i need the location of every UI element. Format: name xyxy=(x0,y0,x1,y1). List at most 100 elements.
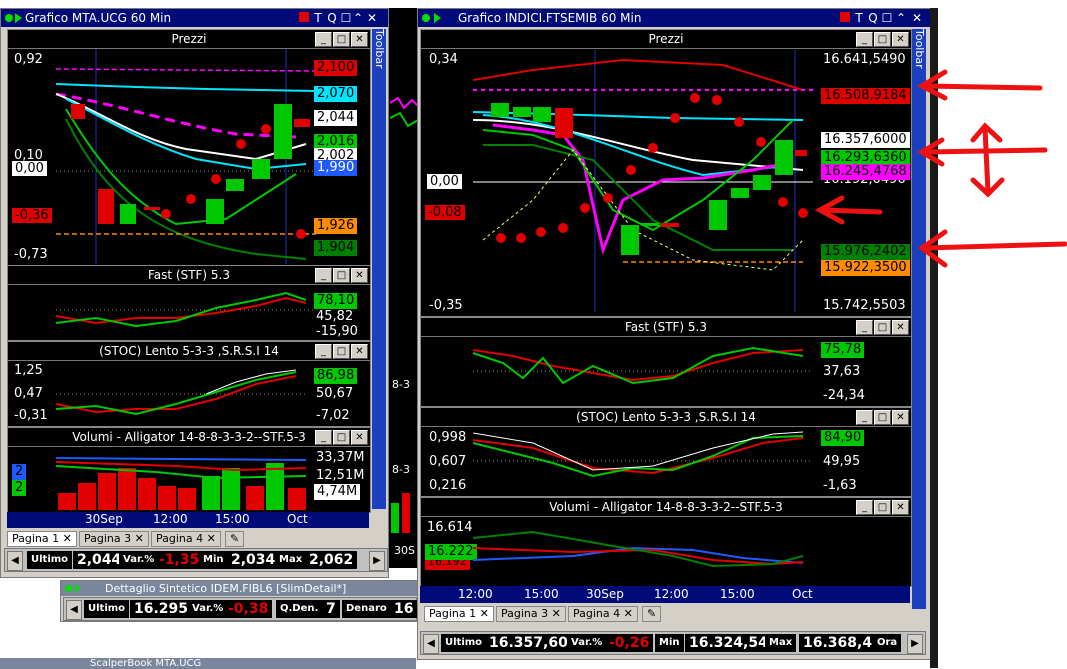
pane-close-button[interactable]: ✕ xyxy=(351,344,368,359)
fast-mid-tick: 37,63 xyxy=(823,364,861,379)
window-status-dot-icon xyxy=(5,14,13,22)
scroll-left-button[interactable]: ◀ xyxy=(423,634,439,654)
window-play-icon xyxy=(15,13,22,23)
pane-close-button[interactable]: ✕ xyxy=(351,430,368,445)
stoc-right-tick: -1,63 xyxy=(823,478,857,493)
pane-minimize-button[interactable]: _ xyxy=(315,344,332,359)
ultimo-value: 2,044 xyxy=(73,551,126,569)
stoc-value-tag: 84,90 xyxy=(821,430,865,446)
tab-pagina-1[interactable]: Pagina 1 ✕ xyxy=(7,531,77,547)
scroll-left-button[interactable]: ◀ xyxy=(7,551,23,571)
tab-pagina-1[interactable]: Pagina 1 ✕ xyxy=(424,606,494,622)
fast-pane-header: Fast (STF) 5.3 _ □ ✕ xyxy=(421,318,911,337)
x-tick: 12:00 xyxy=(153,512,188,526)
tab-pagina-3[interactable]: Pagina 3 ✕ xyxy=(496,606,566,622)
pane-close-button[interactable]: ✕ xyxy=(892,410,909,425)
pane-minimize-button[interactable]: _ xyxy=(315,430,332,445)
tab-pagina-4[interactable]: Pagina 4 ✕ xyxy=(151,531,221,547)
pane-maximize-button[interactable]: □ xyxy=(874,500,891,515)
fast-mid-tick: 45,82 xyxy=(316,309,354,324)
pane-maximize-button[interactable]: □ xyxy=(333,430,350,445)
detail-denaro-value: 16 xyxy=(390,600,418,618)
volume-right-tick: 12,51M xyxy=(316,468,365,483)
price-value-tag: 2,044 xyxy=(314,110,358,126)
fast-value-tag: 75,78 xyxy=(821,342,865,358)
text-tool-button[interactable]: T xyxy=(311,11,325,25)
pane-close-button[interactable]: ✕ xyxy=(351,32,368,47)
pane-minimize-button[interactable]: _ xyxy=(315,268,332,283)
minimize-icon[interactable]: ⌃ xyxy=(351,11,365,25)
right-window-title: Grafico INDICI.FTSEMIB 60 Min xyxy=(458,11,642,25)
pane-minimize-button[interactable]: _ xyxy=(856,410,873,425)
scroll-right-button[interactable]: ▶ xyxy=(369,551,385,571)
toolbar-sidebar[interactable]: Toolbar xyxy=(912,29,926,609)
price-pane: Prezzi _ □ ✕ 0,34 0,00 -0,08 -0,35 16.64… xyxy=(420,29,912,317)
fragment-label: 8-3 xyxy=(392,378,410,391)
zoom-button[interactable]: Q xyxy=(325,11,339,25)
scalper-window-titlebar[interactable]: ScalperBook MTA.UCG xyxy=(0,658,416,669)
pane-minimize-button[interactable]: _ xyxy=(856,500,873,515)
pane-close-button[interactable]: ✕ xyxy=(351,268,368,283)
new-tab-icon[interactable]: ✎ xyxy=(225,531,245,547)
new-tab-icon[interactable]: ✎ xyxy=(642,606,662,622)
minimize-icon[interactable]: ⌃ xyxy=(894,11,908,25)
background-window-strip: 8-3 8-3 30S xyxy=(388,8,419,568)
tab-pagina-4[interactable]: Pagina 4 ✕ xyxy=(568,606,638,622)
max-value: 2,062 xyxy=(305,551,358,569)
color-icon[interactable] xyxy=(838,11,852,25)
pane-maximize-button[interactable]: □ xyxy=(874,32,891,47)
y-tick: 0,34 xyxy=(429,52,458,67)
pane-close-button[interactable]: ✕ xyxy=(892,320,909,335)
stoc-left-tick: 0,216 xyxy=(429,478,467,493)
scroll-right-button[interactable]: ▶ xyxy=(907,634,923,654)
ora-label: Ora xyxy=(873,634,902,652)
right-window-titlebar[interactable]: Grafico INDICI.FTSEMIB 60 Min T Q ☐ ⌃ ✕ xyxy=(418,9,930,27)
fast-pane-title: Fast (STF) 5.3 xyxy=(147,268,231,282)
text-tool-button[interactable]: T xyxy=(852,11,866,25)
window-status-dot-icon xyxy=(422,14,430,22)
fast-stf-pane: Fast (STF) 5.3 _ □ ✕ 75,78 37,63 -24,34 xyxy=(420,317,912,407)
volume-left-tick: 16.614 xyxy=(427,520,473,535)
x-tick: 12:00 xyxy=(654,587,689,601)
price-value-tag: 15.922,3500 xyxy=(821,260,910,276)
detail-window: Dettaglio Sintetico IDEM.FIBL6 [SlimDeta… xyxy=(60,580,418,622)
close-icon[interactable]: ✕ xyxy=(910,11,924,25)
stoc-left-tick: 1,25 xyxy=(14,363,43,378)
min-value: 16.324,54 xyxy=(685,634,772,652)
detail-window-titlebar[interactable]: Dettaglio Sintetico IDEM.FIBL6 [SlimDeta… xyxy=(61,581,417,596)
price-value-tag: 16.245,4768 xyxy=(821,164,910,180)
pane-close-button[interactable]: ✕ xyxy=(892,500,909,515)
volume-pane-header: Volumi - Alligator 14-8-8-3-3-2--STF.5-3… xyxy=(421,498,911,517)
detail-var-value: -0,38 xyxy=(224,600,273,618)
pane-maximize-button[interactable]: □ xyxy=(874,320,891,335)
settings-icon[interactable]: ☐ xyxy=(880,11,894,25)
close-icon[interactable]: ✕ xyxy=(365,11,379,25)
zoom-button[interactable]: Q xyxy=(866,11,880,25)
scroll-left-button[interactable]: ◀ xyxy=(66,600,82,620)
pane-close-button[interactable]: ✕ xyxy=(892,32,909,47)
left-window-titlebar[interactable]: Grafico MTA.UCG 60 Min T Q ☐ ⌃ ✕ xyxy=(1,9,388,27)
pane-minimize-button[interactable]: _ xyxy=(315,32,332,47)
pane-maximize-button[interactable]: □ xyxy=(333,344,350,359)
pane-minimize-button[interactable]: _ xyxy=(856,320,873,335)
max-label: Max xyxy=(275,551,307,569)
price-value-tag: 1,926 xyxy=(314,218,358,234)
stoc-pane-header: (STOC) Lento 5-3-3 ,S.R.S.I 14 _ □ ✕ xyxy=(8,342,370,361)
stoc-right-tick: 50,67 xyxy=(316,386,354,401)
pane-maximize-button[interactable]: □ xyxy=(333,32,350,47)
right-quote-bar: ◀ Ultimo 16.357,60 Var.% -0,26 Min 16.32… xyxy=(420,631,926,655)
toolbar-label: Toolbar xyxy=(373,29,386,69)
y-tick-zero: 0,00 xyxy=(427,174,462,189)
var-value: -0,26 xyxy=(605,634,654,652)
pane-maximize-button[interactable]: □ xyxy=(333,268,350,283)
scalper-window-title: ScalperBook MTA.UCG xyxy=(90,658,202,669)
background-window-edge xyxy=(930,8,938,668)
pane-maximize-button[interactable]: □ xyxy=(874,410,891,425)
max-label: Max xyxy=(765,634,797,652)
tab-pagina-3[interactable]: Pagina 3 ✕ xyxy=(79,531,149,547)
fast-value-tag: 78,10 xyxy=(314,293,358,309)
color-icon[interactable] xyxy=(297,11,311,25)
stoc-oscillator-chart xyxy=(472,431,813,478)
toolbar-sidebar[interactable]: Toolbar xyxy=(372,29,386,509)
pane-minimize-button[interactable]: _ xyxy=(856,32,873,47)
